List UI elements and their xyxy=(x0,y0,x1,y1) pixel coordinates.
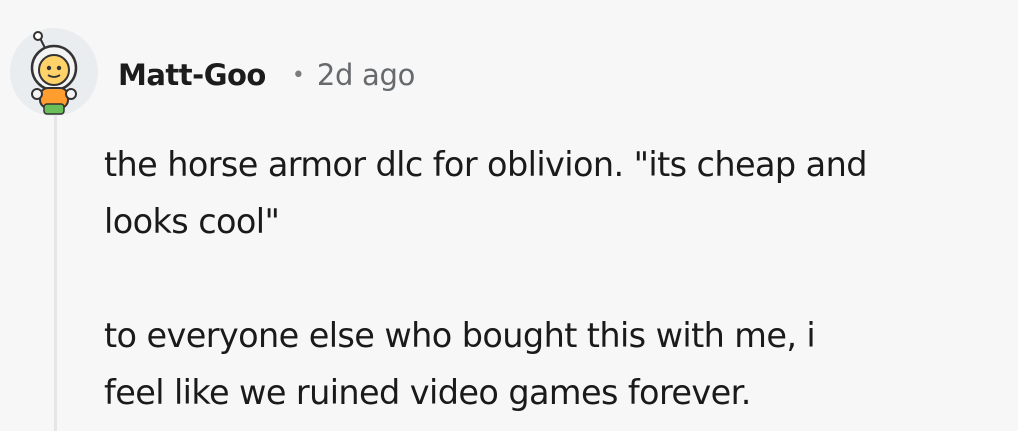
snoo-avatar-icon xyxy=(30,31,78,115)
meta-separator: • xyxy=(291,62,305,88)
comment-header: Matt-Goo • 2d ago xyxy=(118,53,415,97)
comment-timestamp[interactable]: 2d ago xyxy=(317,58,416,92)
avatar[interactable] xyxy=(10,28,98,116)
comment-paragraph: the horse armor dlc for oblivion. "its c… xyxy=(104,145,867,241)
comment-paragraph: to everyone else who bought this with me… xyxy=(104,316,816,412)
comment-body: the horse armor dlc for oblivion. "its c… xyxy=(104,136,1004,421)
thread-line[interactable] xyxy=(54,112,57,431)
comment: Matt-Goo • 2d ago the horse armor dlc fo… xyxy=(0,0,1018,431)
author-username[interactable]: Matt-Goo xyxy=(118,58,266,92)
